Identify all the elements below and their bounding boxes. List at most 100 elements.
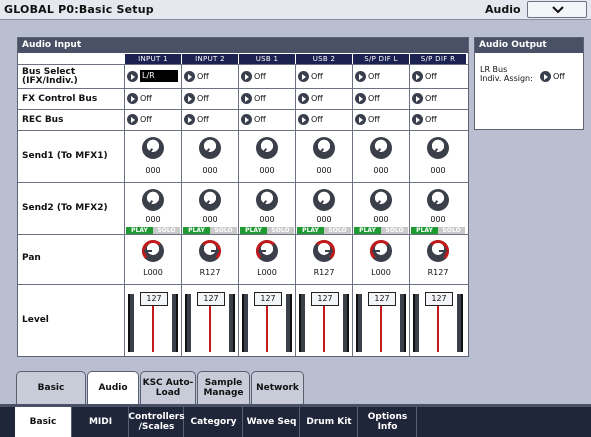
popup-arrow-icon	[412, 93, 423, 104]
tab-audio[interactable]: Audio	[87, 371, 139, 405]
level-fader[interactable]: 127	[411, 290, 465, 352]
audio-input-panel: Audio Input INPUT 1 INPUT 2 USB 1 USB 2 …	[17, 37, 469, 357]
popup-arrow-icon	[355, 93, 366, 104]
rec-bus-popup[interactable]: Off	[354, 113, 408, 126]
pan-knob[interactable]	[427, 240, 449, 262]
level-label: Level	[22, 315, 49, 325]
play-solo-toggle[interactable]: PLAY SOLO	[297, 227, 351, 234]
send1-knob[interactable]	[256, 137, 278, 159]
pan-knob[interactable]	[256, 240, 278, 262]
pan-value: R127	[313, 268, 335, 277]
fader-cap[interactable]: 127	[311, 292, 339, 306]
tab-ksc-auto-load[interactable]: KSC Auto-Load	[140, 371, 196, 405]
pan-knob[interactable]	[142, 240, 164, 262]
send2-knob[interactable]	[313, 189, 335, 211]
fx-control-bus-popup[interactable]: Off	[126, 92, 180, 105]
send2-value: 000	[430, 215, 446, 224]
pan-label: Pan	[22, 253, 41, 263]
popup-arrow-icon	[241, 93, 252, 104]
bus-select-popup[interactable]: Off	[183, 70, 237, 83]
main-tab-midi[interactable]: MIDI	[73, 407, 129, 437]
send1-value: 000	[316, 166, 332, 175]
tab-sample-manage[interactable]: Sample Manage	[197, 371, 250, 405]
main-tab-wave-seq[interactable]: Wave Seq	[244, 407, 300, 437]
popup-arrow-icon	[298, 114, 309, 125]
rec-bus-label: REC Bus	[22, 115, 64, 125]
fader-cap[interactable]: 127	[425, 292, 453, 306]
popup-arrow-icon	[184, 93, 195, 104]
fx-control-bus-popup[interactable]: Off	[240, 92, 294, 105]
fx-control-bus-popup[interactable]: Off	[354, 92, 408, 105]
pan-value: R127	[427, 268, 449, 277]
pan-knob[interactable]	[199, 240, 221, 262]
main-tab-category[interactable]: Category	[185, 407, 243, 437]
play-solo-toggle[interactable]: PLAY SOLO	[354, 227, 408, 234]
main-tab-basic[interactable]: Basic	[15, 407, 72, 437]
fx-control-bus-popup[interactable]: Off	[183, 92, 237, 105]
pan-knob[interactable]	[313, 240, 335, 262]
popup-arrow-icon	[540, 71, 551, 82]
level-fader[interactable]: 127	[240, 290, 294, 352]
main-tab-options-info[interactable]: Options Info	[359, 407, 417, 437]
page-title: GLOBAL P0:Basic Setup	[4, 3, 154, 16]
fx-control-bus-popup[interactable]: Off	[297, 92, 351, 105]
play-solo-toggle[interactable]: PLAY SOLO	[240, 227, 294, 234]
main-tab-controllers-scales[interactable]: Controllers /Scales	[128, 407, 185, 437]
column-header-spdif-l: S/P DIF L	[353, 54, 409, 64]
bus-select-popup[interactable]: L/R	[126, 70, 180, 83]
level-fader[interactable]: 127	[126, 290, 180, 352]
fx-control-bus-label: FX Control Bus	[22, 94, 98, 104]
level-fader[interactable]: 127	[183, 290, 237, 352]
rec-bus-popup[interactable]: Off	[297, 113, 351, 126]
send2-knob[interactable]	[256, 189, 278, 211]
send1-knob[interactable]	[199, 137, 221, 159]
page-menu-button[interactable]	[527, 1, 587, 18]
popup-arrow-icon	[412, 71, 423, 82]
main-tab-drum-kit[interactable]: Drum Kit	[301, 407, 358, 437]
tab-basic[interactable]: Basic	[16, 371, 86, 405]
rec-bus-popup[interactable]: Off	[183, 113, 237, 126]
chevron-down-icon	[552, 6, 564, 14]
audio-output-title: Audio Output	[475, 38, 583, 53]
rec-bus-popup[interactable]: Off	[240, 113, 294, 126]
send1-value: 000	[145, 166, 161, 175]
popup-arrow-icon	[298, 71, 309, 82]
send1-knob[interactable]	[427, 137, 449, 159]
indiv-assign-popup[interactable]: Off	[539, 70, 591, 83]
bus-select-popup[interactable]: Off	[240, 70, 294, 83]
bus-select-popup[interactable]: Off	[411, 70, 465, 83]
rec-bus-popup[interactable]: Off	[126, 113, 180, 126]
bus-select-popup[interactable]: Off	[297, 70, 351, 83]
send2-knob[interactable]	[142, 189, 164, 211]
send1-value: 000	[202, 166, 218, 175]
play-solo-toggle[interactable]: PLAY SOLO	[126, 227, 180, 234]
rec-bus-popup[interactable]: Off	[411, 113, 465, 126]
popup-arrow-icon	[127, 114, 138, 125]
fader-cap[interactable]: 127	[368, 292, 396, 306]
level-fader[interactable]: 127	[354, 290, 408, 352]
level-fader[interactable]: 127	[297, 290, 351, 352]
tab-network[interactable]: Network	[251, 371, 304, 405]
send1-knob[interactable]	[313, 137, 335, 159]
sub-tab-bar: Basic Audio KSC Auto-Load Sample Manage …	[14, 371, 591, 405]
send2-label: Send2 (To MFX2)	[22, 203, 108, 213]
popup-arrow-icon	[355, 114, 366, 125]
send1-value: 000	[430, 166, 446, 175]
send1-knob[interactable]	[370, 137, 392, 159]
send2-knob[interactable]	[427, 189, 449, 211]
pan-knob[interactable]	[370, 240, 392, 262]
fx-control-bus-popup[interactable]: Off	[411, 92, 465, 105]
popup-arrow-icon	[298, 93, 309, 104]
send2-knob[interactable]	[199, 189, 221, 211]
send2-value: 000	[373, 215, 389, 224]
play-solo-toggle[interactable]: PLAY SOLO	[183, 227, 237, 234]
play-solo-toggle[interactable]: PLAY SOLO	[411, 227, 465, 234]
fader-cap[interactable]: 127	[140, 292, 168, 306]
send2-value: 000	[316, 215, 332, 224]
bus-select-popup[interactable]: Off	[354, 70, 408, 83]
send2-knob[interactable]	[370, 189, 392, 211]
fader-cap[interactable]: 127	[254, 292, 282, 306]
fader-cap[interactable]: 127	[197, 292, 225, 306]
send1-value: 000	[373, 166, 389, 175]
send1-knob[interactable]	[142, 137, 164, 159]
